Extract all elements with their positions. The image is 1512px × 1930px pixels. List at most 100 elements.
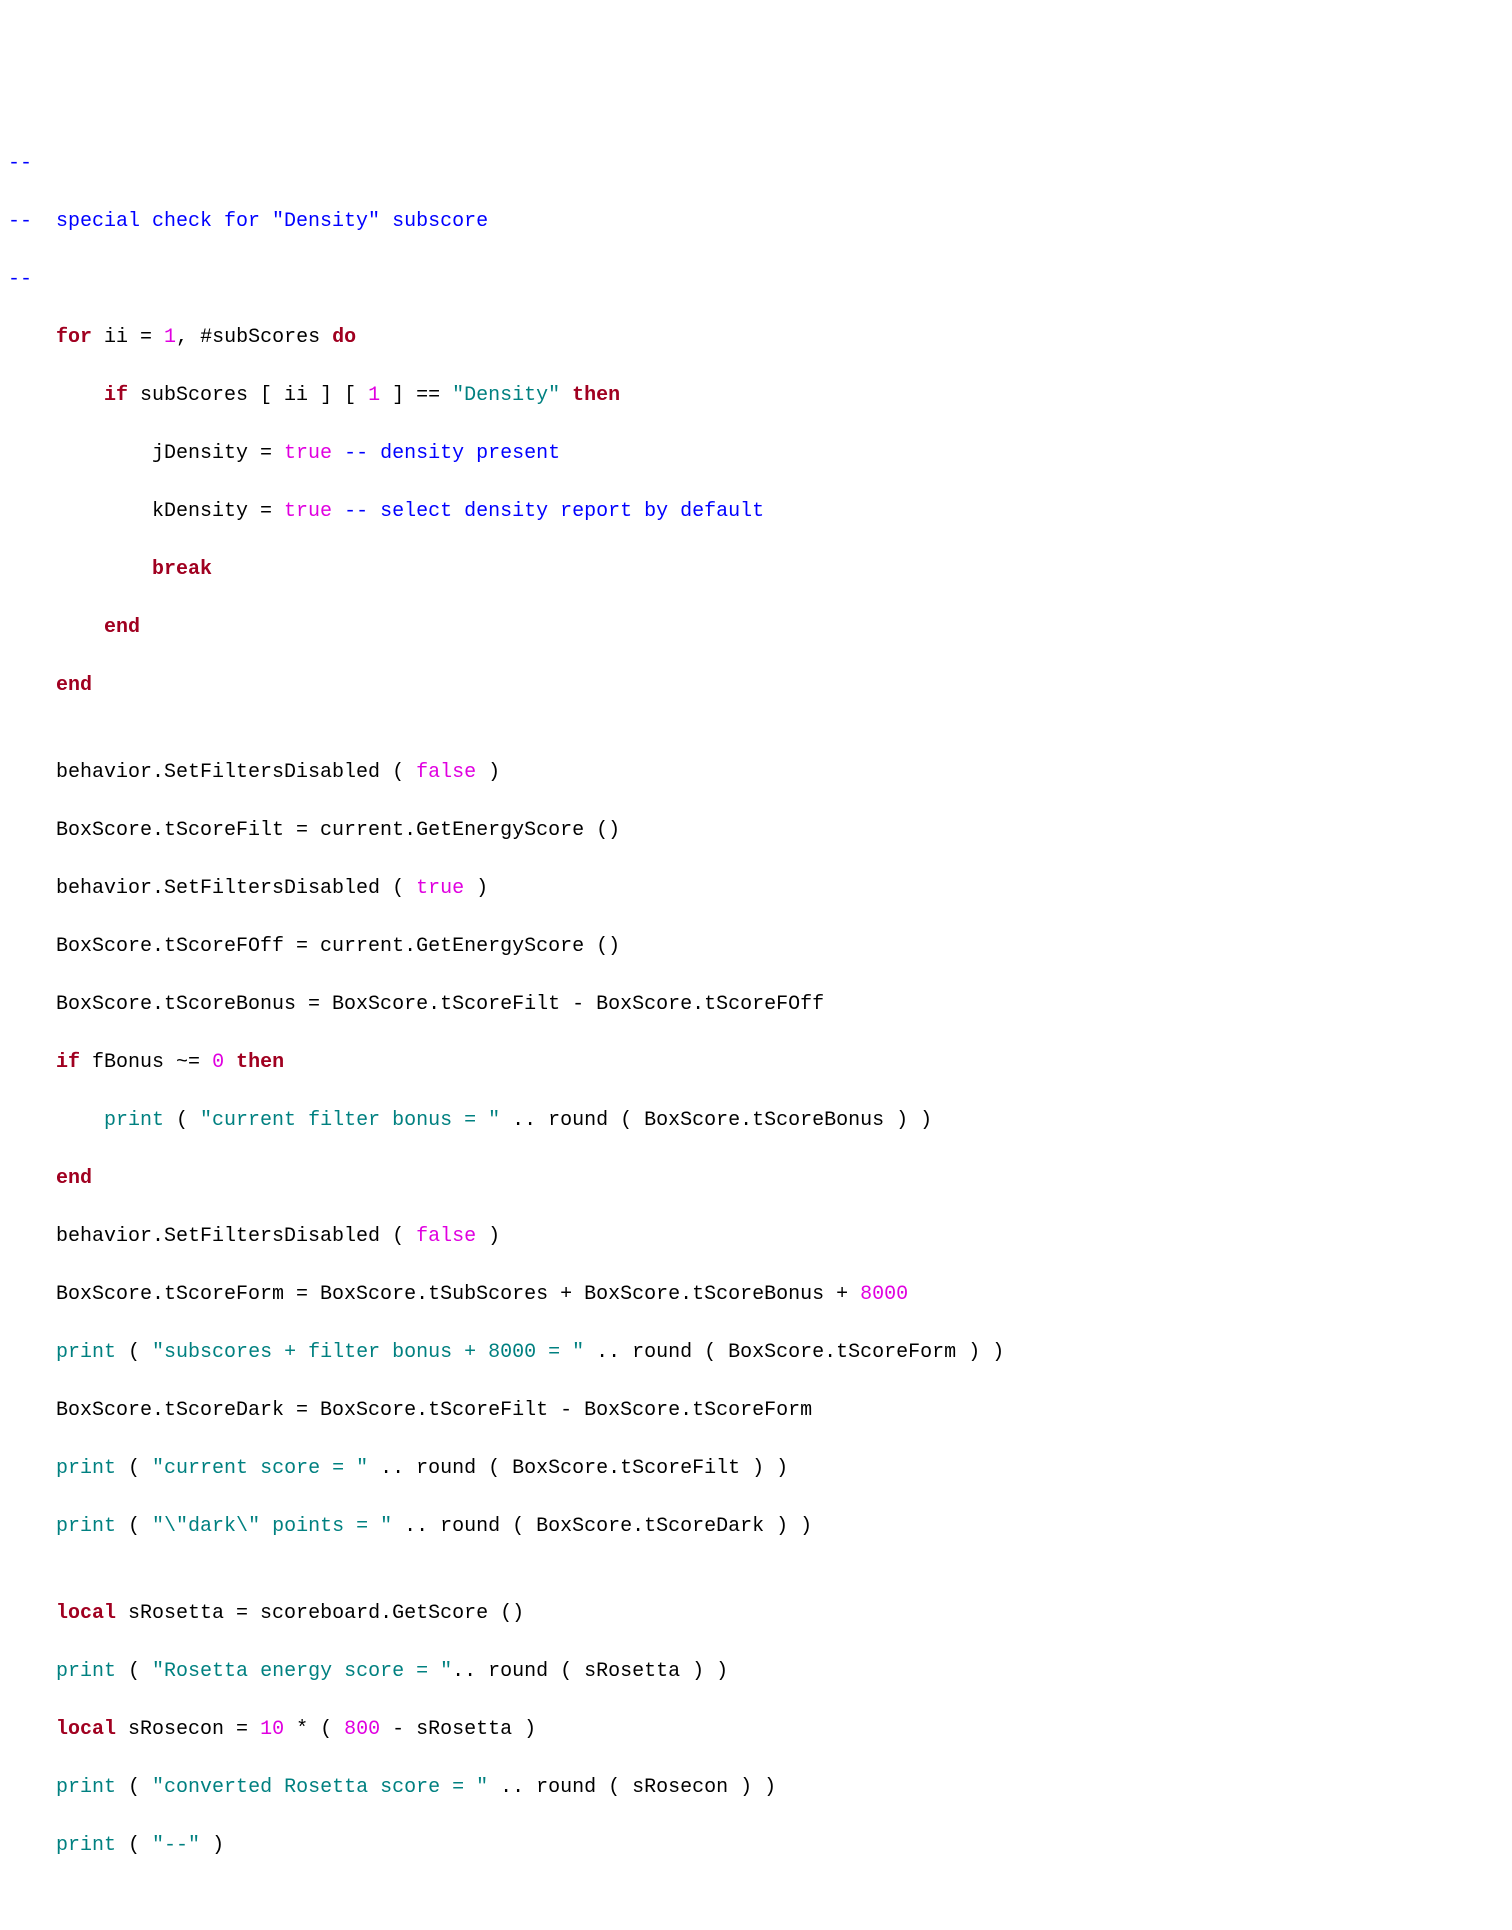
func-token: print xyxy=(56,1660,116,1683)
boolean-token: true xyxy=(416,877,464,900)
ident-token xyxy=(224,1051,236,1074)
code-line: print ( "--" ) xyxy=(8,1831,1504,1860)
ident-token: ) xyxy=(476,761,500,784)
ident-token: .. round ( BoxScore.tScoreDark ) ) xyxy=(392,1515,812,1538)
ident-token xyxy=(8,1718,56,1741)
string-token: "subscores + filter bonus + 8000 = " xyxy=(152,1341,584,1364)
comment-token: -- special check for "Density" subscore xyxy=(8,210,488,233)
number-token: 8000 xyxy=(860,1283,908,1306)
ident-token xyxy=(8,1660,56,1683)
func-token: print xyxy=(56,1834,116,1857)
code-line: behavior.SetFiltersDisabled ( false ) xyxy=(8,758,1504,787)
code-line: BoxScore.tScoreFOff = current.GetEnergyS… xyxy=(8,932,1504,961)
keyword-token: end xyxy=(56,674,92,697)
func-token: print xyxy=(56,1515,116,1538)
ident-token: - sRosetta ) xyxy=(380,1718,536,1741)
func-token: print xyxy=(56,1776,116,1799)
ident-token: BoxScore.tScoreForm = BoxScore.tSubScore… xyxy=(8,1283,860,1306)
boolean-token: false xyxy=(416,761,476,784)
ident-token: ( xyxy=(164,1109,200,1132)
func-token: print xyxy=(104,1109,164,1132)
code-line: BoxScore.tScoreBonus = BoxScore.tScoreFi… xyxy=(8,990,1504,1019)
ident-token: ( xyxy=(116,1834,152,1857)
keyword-token: end xyxy=(56,1167,92,1190)
code-line: end xyxy=(8,671,1504,700)
ident-token: ) xyxy=(476,1225,500,1248)
ident-token: ( xyxy=(116,1515,152,1538)
code-line: print ( "current filter bonus = " .. rou… xyxy=(8,1106,1504,1135)
ident-token: .. round ( sRosetta ) ) xyxy=(452,1660,728,1683)
ident-token xyxy=(8,674,56,697)
code-line: jDensity = true -- density present xyxy=(8,439,1504,468)
boolean-token: true xyxy=(284,442,332,465)
code-line: -- special check for "Density" subscore xyxy=(8,207,1504,236)
code-line: local sRosecon = 10 * ( 800 - sRosetta ) xyxy=(8,1715,1504,1744)
number-token: 1 xyxy=(368,384,380,407)
ident-token xyxy=(8,1602,56,1625)
ident-token xyxy=(332,442,344,465)
code-line: end xyxy=(8,1164,1504,1193)
keyword-token: if xyxy=(104,384,128,407)
keyword-token: local xyxy=(56,1718,116,1741)
ident-token xyxy=(8,1109,104,1132)
ident-token xyxy=(560,384,572,407)
ident-token: BoxScore.tScoreDark = BoxScore.tScoreFil… xyxy=(8,1399,824,1422)
ident-token: .. round ( BoxScore.tScoreFilt ) ) xyxy=(368,1457,788,1480)
code-line: for ii = 1, #subScores do xyxy=(8,323,1504,352)
ident-token: ) xyxy=(200,1834,224,1857)
code-line: print ( "\"dark\" points = " .. round ( … xyxy=(8,1512,1504,1541)
ident-token xyxy=(8,326,56,349)
boolean-token: false xyxy=(416,1225,476,1248)
code-line: print ( "Rosetta energy score = ".. roun… xyxy=(8,1657,1504,1686)
ident-token: sRosetta = scoreboard.GetScore () xyxy=(116,1602,524,1625)
ident-token: ( xyxy=(116,1457,152,1480)
number-token: 1 xyxy=(164,326,176,349)
number-token: 800 xyxy=(344,1718,380,1741)
ident-token: fBonus ~= xyxy=(80,1051,212,1074)
comment-token: -- density present xyxy=(344,442,560,465)
ident-token: subScores [ ii ] [ xyxy=(128,384,368,407)
code-line: BoxScore.tScoreDark = BoxScore.tScoreFil… xyxy=(8,1396,1504,1425)
keyword-token: end xyxy=(104,616,140,639)
ident-token: ( xyxy=(116,1776,152,1799)
ident-token xyxy=(8,1167,56,1190)
ident-token xyxy=(8,1776,56,1799)
ident-token: ) xyxy=(464,877,488,900)
ident-token: .. round ( BoxScore.tScoreBonus ) ) xyxy=(500,1109,932,1132)
code-line: local sRosetta = scoreboard.GetScore () xyxy=(8,1599,1504,1628)
code-block: -- -- special check for "Density" subsco… xyxy=(8,120,1504,1889)
ident-token xyxy=(8,1341,56,1364)
ident-token xyxy=(332,500,344,523)
ident-token: .. round ( sRosecon ) ) xyxy=(488,1776,776,1799)
code-line: -- xyxy=(8,265,1504,294)
ident-token: .. round ( BoxScore.tScoreForm ) ) xyxy=(584,1341,1004,1364)
func-token: print xyxy=(56,1341,116,1364)
ident-token xyxy=(8,1457,56,1480)
keyword-token: if xyxy=(56,1051,80,1074)
ident-token xyxy=(8,384,104,407)
code-line: BoxScore.tScoreFilt = current.GetEnergyS… xyxy=(8,816,1504,845)
code-line: if subScores [ ii ] [ 1 ] == "Density" t… xyxy=(8,381,1504,410)
code-line: break xyxy=(8,555,1504,584)
string-token: "converted Rosetta score = " xyxy=(152,1776,488,1799)
code-line: -- xyxy=(8,149,1504,178)
ident-token: behavior.SetFiltersDisabled ( xyxy=(8,877,416,900)
string-token: "Density" xyxy=(452,384,560,407)
ident-token: ( xyxy=(116,1341,152,1364)
ident-token: BoxScore.tScoreBonus = BoxScore.tScoreFi… xyxy=(8,993,824,1016)
ident-token xyxy=(8,1834,56,1857)
comment-token: -- select density report by default xyxy=(344,500,764,523)
keyword-token: then xyxy=(236,1051,284,1074)
code-line: print ( "current score = " .. round ( Bo… xyxy=(8,1454,1504,1483)
string-token: "--" xyxy=(152,1834,200,1857)
keyword-token: then xyxy=(572,384,620,407)
ident-token xyxy=(8,558,152,581)
code-line: print ( "converted Rosetta score = " .. … xyxy=(8,1773,1504,1802)
code-line: end xyxy=(8,613,1504,642)
ident-token: , #subScores xyxy=(176,326,332,349)
comment-token: -- xyxy=(8,268,32,291)
code-line: print ( "subscores + filter bonus + 8000… xyxy=(8,1338,1504,1367)
number-token: 0 xyxy=(212,1051,224,1074)
ident-token: ( xyxy=(116,1660,152,1683)
ident-token: kDensity = xyxy=(8,500,284,523)
